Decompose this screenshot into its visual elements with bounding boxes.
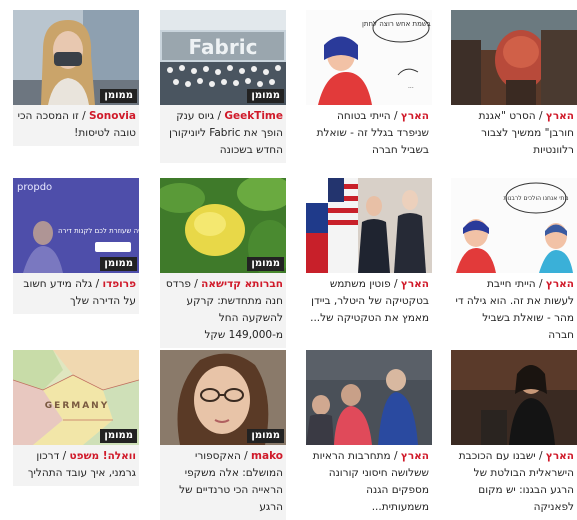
article-card[interactable]: זה בשמת אחש רוצה לחתן ... הארץ / הייתי ב… (306, 10, 432, 163)
article-source[interactable]: Sonovia (89, 110, 136, 122)
article-text[interactable]: חברותא קדישאה / פרדס חנה מתחדשת: קרקע לה… (160, 273, 286, 348)
sponsored-card[interactable]: ממומן Sonovia / זו המסכה הכי טובה לטיסות… (13, 10, 139, 146)
article-text[interactable]: הארץ / פוטין משתמש בטקטיקה של היטלר, ביי… (306, 273, 432, 331)
article-text[interactable]: פרופדו / גלה מידע חשוב על הדירה שלך (13, 273, 139, 314)
article-thumbnail[interactable]: ממומן (160, 178, 286, 273)
article-text[interactable]: mako / האקספורי המושלם: אלה משקפי הראייה… (160, 445, 286, 520)
sponsored-badge: ממומן (100, 429, 137, 443)
article-thumbnail[interactable]: ממומן (160, 350, 286, 445)
article-source[interactable]: mako (251, 450, 283, 462)
speech-bubble-text: מתי אנחנו הולכים לרבנות (503, 195, 568, 202)
sponsored-card[interactable]: ממומן חברותא קדישאה / פרדס חנה מתחדשת: ק… (160, 178, 286, 348)
speech-bubble-text: זה בשמת אחש רוצה לחתן (362, 20, 432, 28)
article-card[interactable]: מתי אנחנו הולכים לרבנות הארץ / הייתי חיי… (451, 178, 577, 348)
svg-text:...: ... (408, 83, 414, 90)
article-thumbnail[interactable]: GERMANY ממומן (13, 350, 139, 445)
article-source[interactable]: הארץ (401, 450, 429, 462)
article-source[interactable]: GeekTime (224, 110, 283, 122)
article-text[interactable]: GeekTime / גיוס ענק הופך את Fabric ליוני… (160, 105, 286, 163)
article-thumbnail[interactable]: זה בשמת אחש רוצה לחתן ... (306, 10, 432, 105)
article-source[interactable]: חברותא קדישאה (201, 278, 283, 290)
sponsored-badge: ממומן (100, 89, 137, 103)
article-card[interactable]: הארץ / פוטין משתמש בטקטיקה של היטלר, ביי… (306, 178, 432, 331)
sponsored-badge: ממומן (100, 257, 137, 271)
sponsored-card[interactable]: propdo האפליקציה שעוזרת לכם לקנות דירה מ… (13, 178, 139, 314)
article-source[interactable]: הארץ (401, 278, 429, 290)
fabric-sign-text: Fabric (189, 35, 258, 59)
article-thumbnail[interactable]: מתי אנחנו הולכים לרבנות (451, 178, 577, 273)
article-text[interactable]: הארץ / ישבנו עם הכוכבת הישראלית הבולטת ש… (451, 445, 577, 520)
article-text[interactable]: הארץ / מתחרבות הראיות ששלושה חיסוני קורו… (306, 445, 432, 520)
article-source[interactable]: הארץ (546, 110, 574, 122)
article-source[interactable]: הארץ (546, 278, 574, 290)
article-thumbnail[interactable] (306, 178, 432, 273)
article-text[interactable]: הארץ / הסרט "אגנת חורבן" ממשיך לצבור רלו… (451, 105, 577, 163)
sponsored-badge: ממומן (247, 89, 284, 103)
article-thumbnail[interactable]: propdo האפליקציה שעוזרת לכם לקנות דירה מ… (13, 178, 139, 273)
sponsored-card[interactable]: ממומן mako / האקספורי המושלם: אלה משקפי … (160, 350, 286, 520)
article-text[interactable]: הארץ / הייתי בטוחה שניפרד בגלל זה - שואל… (306, 105, 432, 163)
map-country-label: GERMANY (45, 401, 109, 411)
article-source[interactable]: הארץ (546, 450, 574, 462)
sponsored-badge: ממומן (247, 257, 284, 271)
article-source[interactable]: פרופדו (102, 278, 136, 290)
article-thumbnail[interactable] (451, 350, 577, 445)
article-thumbnail[interactable] (306, 350, 432, 445)
content-grid: הארץ / הסרט "אגנת חורבן" ממשיך לצבור רלו… (0, 0, 577, 520)
article-text[interactable]: וואלה! משפט / דרכון גרמני, איך עובד התהל… (13, 445, 139, 486)
article-source[interactable]: הארץ (401, 110, 429, 122)
sponsored-badge: ממומן (247, 429, 284, 443)
article-card[interactable]: הארץ / מתחרבות הראיות ששלושה חיסוני קורו… (306, 350, 432, 520)
article-source[interactable]: וואלה! משפט (70, 450, 136, 462)
article-card[interactable]: הארץ / ישבנו עם הכוכבת הישראלית הבולטת ש… (451, 350, 577, 520)
article-text[interactable]: הארץ / הייתי חייבת לעשות את זה. הוא גילה… (451, 273, 577, 348)
article-thumbnail[interactable]: Fabric ממומן (160, 10, 286, 105)
propdo-logo: propdo (17, 182, 52, 193)
sponsored-card[interactable]: GERMANY ממומן וואלה! משפט / דרכון גרמני,… (13, 350, 139, 486)
article-thumbnail[interactable]: ממומן (13, 10, 139, 105)
sponsored-card[interactable]: Fabric ממומן GeekTime / גיוס ענק הופך את… (160, 10, 286, 163)
ad-headline-text: האפליקציה שעוזרת לכם לקנות דירה (58, 227, 139, 235)
article-text[interactable]: Sonovia / זו המסכה הכי טובה לטיסות! (13, 105, 139, 146)
article-thumbnail[interactable] (451, 10, 577, 105)
article-card[interactable]: הארץ / הסרט "אגנת חורבן" ממשיך לצבור רלו… (451, 10, 577, 163)
